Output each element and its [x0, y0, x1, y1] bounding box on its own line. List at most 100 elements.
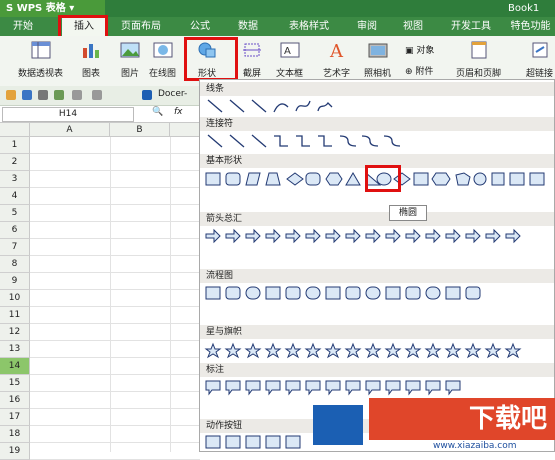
row-header-14[interactable]: 14: [0, 358, 30, 375]
flowchart-shape-icon[interactable]: [445, 286, 461, 300]
callout-shape-icon[interactable]: [285, 380, 301, 396]
star-shape-icon[interactable]: [244, 342, 262, 359]
row-header-3[interactable]: 3: [0, 171, 30, 188]
tab-view[interactable]: 视图: [396, 17, 430, 36]
connectors-row[interactable]: [204, 132, 550, 150]
star-shape-icon[interactable]: [264, 342, 282, 359]
flowchart-shape-icon[interactable]: [365, 286, 381, 300]
callout-shape-icon[interactable]: [305, 380, 321, 396]
callout-shape-icon[interactable]: [245, 380, 261, 396]
action-button-shape-icon[interactable]: [225, 435, 241, 449]
arrow-shape-icon[interactable]: [445, 228, 461, 244]
row-header-2[interactable]: 2: [0, 154, 30, 171]
picture-button[interactable]: 图片: [119, 40, 141, 79]
table-row[interactable]: [30, 171, 200, 188]
row-header-9[interactable]: 9: [0, 273, 30, 290]
arrow-shape-icon[interactable]: [485, 228, 501, 244]
star-shape-icon[interactable]: [324, 342, 342, 359]
row-header-5[interactable]: 5: [0, 205, 30, 222]
chart-button[interactable]: 图表: [80, 40, 102, 79]
star-shape-icon[interactable]: [504, 342, 522, 359]
pivot-table-button[interactable]: 数据透视表: [18, 40, 63, 79]
zoom-icon[interactable]: 🔍: [152, 107, 163, 117]
screenshot-button[interactable]: 截屏: [241, 40, 263, 79]
star-shape-icon[interactable]: [444, 342, 462, 359]
table-row[interactable]: [30, 256, 200, 273]
attachment-button[interactable]: ⊕ 附件: [405, 64, 433, 77]
tab-review[interactable]: 审阅: [350, 17, 384, 36]
flowchart-shape-icon[interactable]: [405, 286, 421, 300]
wordart-button[interactable]: A 艺术字: [323, 40, 350, 79]
docer-tab[interactable]: Docer-: [158, 89, 187, 99]
star-shape-icon[interactable]: [484, 342, 502, 359]
flowchart-shape-icon[interactable]: [245, 286, 261, 300]
tab-data[interactable]: 数据: [231, 17, 265, 36]
lines-row[interactable]: [204, 97, 550, 115]
row-header-7[interactable]: 7: [0, 239, 30, 256]
row-header-1[interactable]: 1: [0, 137, 30, 154]
arrow-shape-icon[interactable]: [365, 228, 381, 244]
star-shape-icon[interactable]: [424, 342, 442, 359]
fx-label[interactable]: fx: [174, 107, 183, 117]
stars-row[interactable]: [204, 341, 550, 359]
callout-shape-icon[interactable]: [225, 380, 241, 396]
arrow-shape-icon[interactable]: [465, 228, 481, 244]
arrow-shape-icon[interactable]: [385, 228, 401, 244]
flowchart-shape-icon[interactable]: [345, 286, 361, 300]
action-button-shape-icon[interactable]: [205, 435, 221, 449]
flowchart-row[interactable]: [204, 284, 550, 302]
redo-icon[interactable]: [92, 90, 102, 100]
callout-shape-icon[interactable]: [385, 380, 401, 396]
table-row[interactable]: [30, 426, 200, 443]
table-row[interactable]: [30, 222, 200, 239]
undo-icon[interactable]: [72, 90, 82, 100]
row-header-17[interactable]: 17: [0, 409, 30, 426]
star-shape-icon[interactable]: [304, 342, 322, 359]
table-row[interactable]: [30, 307, 200, 324]
camera-button[interactable]: 照相机: [364, 40, 391, 79]
table-row[interactable]: [30, 154, 200, 171]
callout-shape-icon[interactable]: [265, 380, 281, 396]
tab-home[interactable]: 开始: [8, 17, 38, 36]
star-shape-icon[interactable]: [344, 342, 362, 359]
arrow-shape-icon[interactable]: [305, 228, 321, 244]
callout-shape-icon[interactable]: [205, 380, 221, 396]
flowchart-shape-icon[interactable]: [265, 286, 281, 300]
callout-shape-icon[interactable]: [345, 380, 361, 396]
callout-shape-icon[interactable]: [405, 380, 421, 396]
callouts-row[interactable]: [204, 378, 550, 396]
row-header-12[interactable]: 12: [0, 324, 30, 341]
hyperlink-button[interactable]: 超链接: [526, 40, 553, 79]
open-icon[interactable]: [6, 90, 16, 100]
star-shape-icon[interactable]: [364, 342, 382, 359]
star-shape-icon[interactable]: [464, 342, 482, 359]
star-shape-icon[interactable]: [204, 342, 222, 359]
column-header-c[interactable]: [170, 123, 200, 137]
flowchart-shape-icon[interactable]: [385, 286, 401, 300]
callout-shape-icon[interactable]: [325, 380, 341, 396]
table-row[interactable]: [30, 188, 200, 205]
arrow-shape-icon[interactable]: [325, 228, 341, 244]
print-icon[interactable]: [38, 90, 48, 100]
star-shape-icon[interactable]: [284, 342, 302, 359]
row-header-4[interactable]: 4: [0, 188, 30, 205]
action-button-shape-icon[interactable]: [245, 435, 261, 449]
table-row[interactable]: [30, 409, 200, 426]
table-row[interactable]: [30, 137, 200, 154]
column-header-b[interactable]: B: [110, 123, 170, 137]
arrow-shape-icon[interactable]: [425, 228, 441, 244]
tab-page-layout[interactable]: 页面布局: [115, 17, 167, 36]
table-row[interactable]: [30, 239, 200, 256]
callout-shape-icon[interactable]: [365, 380, 381, 396]
table-row[interactable]: [30, 273, 200, 290]
row-header-11[interactable]: 11: [0, 307, 30, 324]
arrow-shape-icon[interactable]: [245, 228, 261, 244]
tab-formulas[interactable]: 公式: [183, 17, 217, 36]
online-picture-button[interactable]: 在线图: [149, 40, 176, 79]
spreadsheet-grid[interactable]: A B 1 2 3 4 5 6 7 8 9 10 11 12 13 14 15 16 17 18 19: [0, 123, 200, 460]
tab-special[interactable]: 特色功能: [506, 17, 555, 36]
row-header-18[interactable]: 18: [0, 426, 30, 443]
row-header-6[interactable]: 6: [0, 222, 30, 239]
select-all-corner[interactable]: [0, 123, 30, 137]
textbox-button[interactable]: A 文本框: [276, 40, 303, 79]
